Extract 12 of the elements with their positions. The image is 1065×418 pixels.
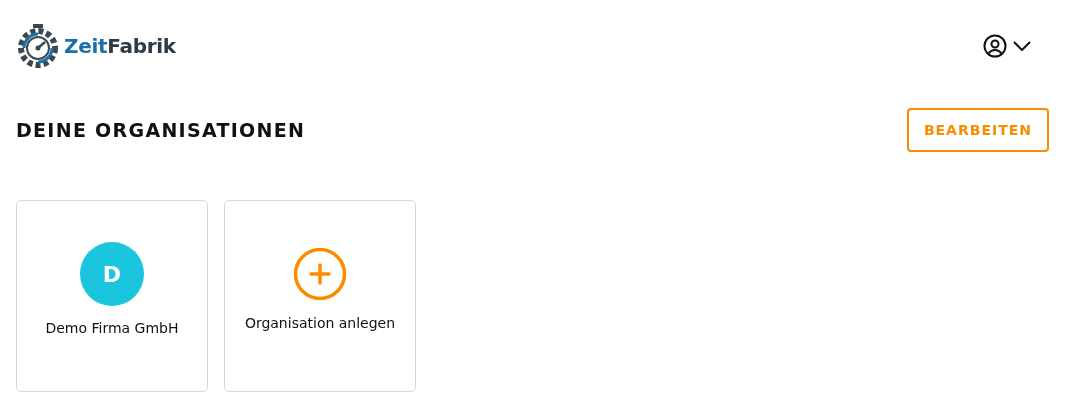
card-label: Organisation anlegen <box>244 315 396 331</box>
organization-card[interactable]: D Demo Firma GmbH <box>16 200 208 392</box>
user-icon <box>983 34 1007 58</box>
add-organization-card[interactable]: Organisation anlegen <box>224 200 416 392</box>
plus-circle-icon <box>293 247 347 301</box>
card-label: Demo Firma GmbH <box>45 320 179 336</box>
brand-name: ZeitFabrik <box>64 34 176 58</box>
chevron-down-icon <box>1013 41 1031 51</box>
stopwatch-gear-icon <box>16 23 60 69</box>
organization-avatar: D <box>80 242 144 306</box>
page-title: DEINE ORGANISATIONEN <box>16 119 306 141</box>
user-menu-button[interactable] <box>983 34 1031 58</box>
